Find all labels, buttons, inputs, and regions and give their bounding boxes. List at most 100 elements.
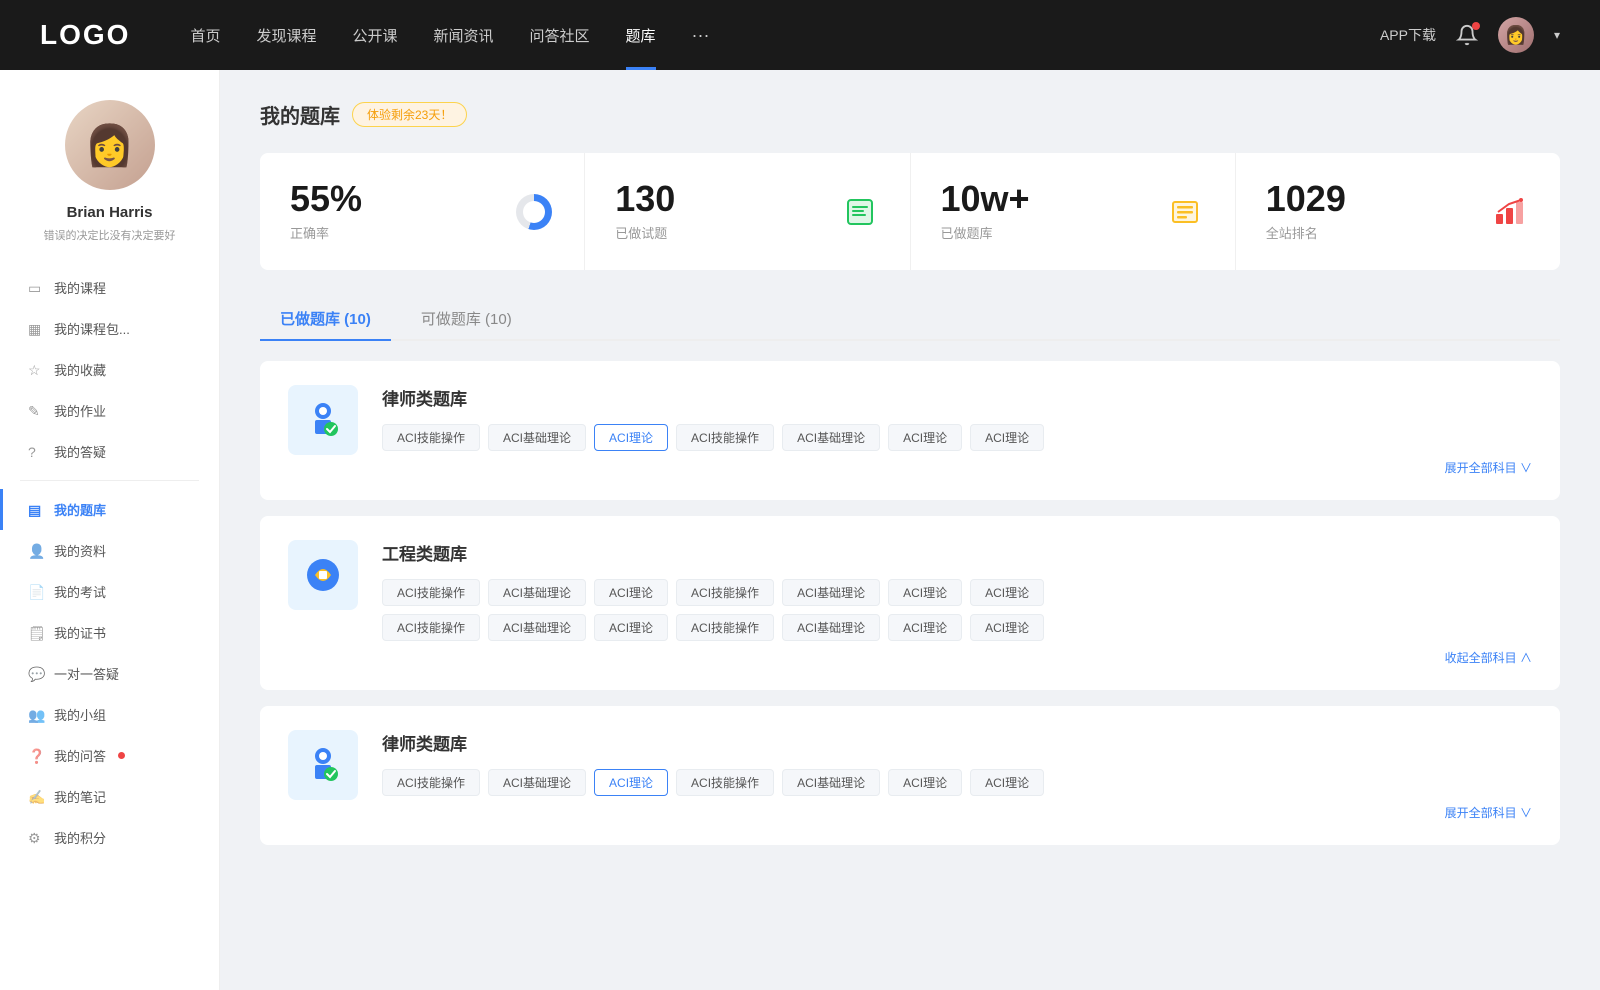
tab-0[interactable]: 已做题库 (10) [260,298,391,339]
sidebar-item-my-cert[interactable]: 🗒我的证书 [0,612,219,653]
rank-icon [1490,192,1530,232]
nav-item-首页[interactable]: 首页 [190,25,220,46]
sidebar-item-my-course[interactable]: ▭我的课程 [0,267,219,308]
tabs-row: 已做题库 (10)可做题库 (10) [260,298,1560,341]
sidebar-item-my-points[interactable]: ⚙ 我的积分 [0,817,219,858]
sidebar-item-my-exam[interactable]: 📄 我的考试 [0,571,219,612]
bank-tags-row1-1: ACI技能操作 ACI基础理论 ACI理论 ACI技能操作 ACI基础理论 ACI理论 AC… [382,579,1532,606]
notification-dot [1472,22,1480,30]
bank-tag2-1-3[interactable]: ACI技能操作 [676,614,774,641]
banks-icon [1165,192,1205,232]
bank-title-1: 工程类题库 [382,540,1532,565]
sidebar-item-my-course-pkg[interactable]: ▦我的课程包... [0,308,219,349]
stat-value-done-q: 130 [615,181,675,217]
bank-body-2: 律师类题库ACI技能操作ACI基础理论ACI理论ACI技能操作ACI基础理论AC… [382,730,1532,821]
logo[interactable]: LOGO [40,19,130,51]
sidebar-item-my-bank[interactable]: ▤我的题库 [0,489,219,530]
expand-link-0[interactable]: 展开全部科目 ∨ [382,459,1532,476]
notification-dot-my-questions [118,752,125,759]
sidebar-item-one-on-one[interactable]: 💬一对一答疑 [0,653,219,694]
accuracy-icon [514,192,554,232]
bank-tag2-1-5[interactable]: ACI理论 [888,614,962,641]
my-points-icon: ⚙ [28,830,44,846]
sidebar-item-my-collect[interactable]: ☆我的收藏 [0,349,219,390]
nav-item-发现课程[interactable]: 发现课程 [256,25,316,46]
my-profile-icon: 👤 [28,543,44,559]
my-course-icon: ▭ [28,280,44,296]
sidebar: 👩 Brian Harris 错误的决定比没有决定要好 ▭我的课程▦我的课程包.… [0,70,220,990]
bank-tag-1-3[interactable]: ACI技能操作 [676,579,774,606]
bank-tag-2-5[interactable]: ACI理论 [888,769,962,796]
tab-1[interactable]: 可做题库 (10) [401,298,532,339]
main-content: 我的题库 体验剩余23天！ 55% 正确率 130 已做试题 [220,70,1600,990]
sidebar-item-my-profile[interactable]: 👤 我的资料 [0,530,219,571]
notification-bell[interactable] [1456,24,1478,46]
page-wrapper: 👩 Brian Harris 错误的决定比没有决定要好 ▭我的课程▦我的课程包.… [0,0,1600,990]
bank-tag-2-1[interactable]: ACI基础理论 [488,769,586,796]
my-profile-label: 我的资料 [54,541,106,560]
my-points-label: 我的积分 [54,828,106,847]
bank-tag-0-6[interactable]: ACI理论 [970,424,1044,451]
app-download-link[interactable]: APP下载 [1380,25,1436,45]
nav-more-button[interactable]: ··· [692,25,710,46]
user-avatar[interactable]: 👩 [1498,17,1534,53]
bank-tag2-1-2[interactable]: ACI理论 [594,614,668,641]
page-title: 我的题库 [260,100,340,129]
stat-value-done-b: 10w+ [941,181,1030,217]
bank-card-0: 律师类题库ACI技能操作ACI基础理论ACI理论ACI技能操作ACI基础理论AC… [260,361,1560,500]
nav-item-新闻资讯[interactable]: 新闻资讯 [434,25,494,46]
stat-label-done-q: 已做试题 [615,223,675,242]
my-notes-label: 我的笔记 [54,787,106,806]
bank-card-2: 律师类题库ACI技能操作ACI基础理论ACI理论ACI技能操作ACI基础理论AC… [260,706,1560,845]
bank-body-0: 律师类题库ACI技能操作ACI基础理论ACI理论ACI技能操作ACI基础理论AC… [382,385,1532,476]
bank-tag2-1-0[interactable]: ACI技能操作 [382,614,480,641]
sidebar-item-my-group[interactable]: 👥我的小组 [0,694,219,735]
bank-tag-2-4[interactable]: ACI基础理论 [782,769,880,796]
sidebar-item-my-questions[interactable]: ❓ 我的问答 [0,735,219,776]
sidebar-item-my-homework[interactable]: ✎我的作业 [0,390,219,431]
bank-tag-1-6[interactable]: ACI理论 [970,579,1044,606]
stat-card-done-questions: 130 已做试题 [585,153,910,270]
stat-label-rank: 全站排名 [1266,223,1346,242]
bank-tag-2-6[interactable]: ACI理论 [970,769,1044,796]
sidebar-menu: ▭我的课程▦我的课程包...☆我的收藏✎我的作业?我的答疑 ▤我的题库 👤 我的资料 📄… [0,267,219,858]
my-exam-icon: 📄 [28,584,44,600]
bank-tag-1-0[interactable]: ACI技能操作 [382,579,480,606]
collapse-link-1[interactable]: 收起全部科目 ∧ [382,649,1532,666]
bank-tag-0-1[interactable]: ACI基础理论 [488,424,586,451]
sidebar-avatar: 👩 [65,100,155,190]
nav-item-公开课[interactable]: 公开课 [352,25,397,46]
bank-tag2-1-4[interactable]: ACI基础理论 [782,614,880,641]
bank-tag-1-1[interactable]: ACI基础理论 [488,579,586,606]
nav-item-问答社区[interactable]: 问答社区 [530,25,590,46]
bank-tag-1-4[interactable]: ACI基础理论 [782,579,880,606]
sidebar-item-my-qa[interactable]: ?我的答疑 [0,431,219,472]
bank-tag-0-3[interactable]: ACI技能操作 [676,424,774,451]
bank-tag-2-2[interactable]: ACI理论 [594,769,668,796]
my-exam-label: 我的考试 [54,582,106,601]
bank-tag-2-3[interactable]: ACI技能操作 [676,769,774,796]
expand-link-2[interactable]: 展开全部科目 ∨ [382,804,1532,821]
bank-cards-container: 律师类题库ACI技能操作ACI基础理论ACI理论ACI技能操作ACI基础理论AC… [260,361,1560,845]
my-questions-icon: ❓ [28,748,44,764]
nav-item-题库[interactable]: 题库 [626,25,656,46]
bank-icon-1 [288,540,358,610]
avatar-chevron-icon[interactable]: ▾ [1554,28,1560,42]
my-cert-label: 我的证书 [54,623,106,642]
bank-tag2-1-1[interactable]: ACI基础理论 [488,614,586,641]
sidebar-item-my-notes[interactable]: ✍我的笔记 [0,776,219,817]
my-group-icon: 👥 [28,707,44,723]
bank-icon-2 [288,730,358,800]
bank-tag2-1-6[interactable]: ACI理论 [970,614,1044,641]
bank-tag-0-0[interactable]: ACI技能操作 [382,424,480,451]
bank-tag-0-2[interactable]: ACI理论 [594,424,668,451]
trial-badge: 体验剩余23天！ [352,102,467,127]
bank-tag-1-2[interactable]: ACI理论 [594,579,668,606]
bank-tag-0-4[interactable]: ACI基础理论 [782,424,880,451]
my-qa-icon: ? [28,444,44,460]
bank-tag-1-5[interactable]: ACI理论 [888,579,962,606]
my-questions-label: 我的问答 [54,746,106,765]
bank-tag-0-5[interactable]: ACI理论 [888,424,962,451]
bank-tags-row1-0: ACI技能操作 ACI基础理论 ACI理论 ACI技能操作 ACI基础理论 ACI理论 AC… [382,424,1532,451]
bank-tag-2-0[interactable]: ACI技能操作 [382,769,480,796]
